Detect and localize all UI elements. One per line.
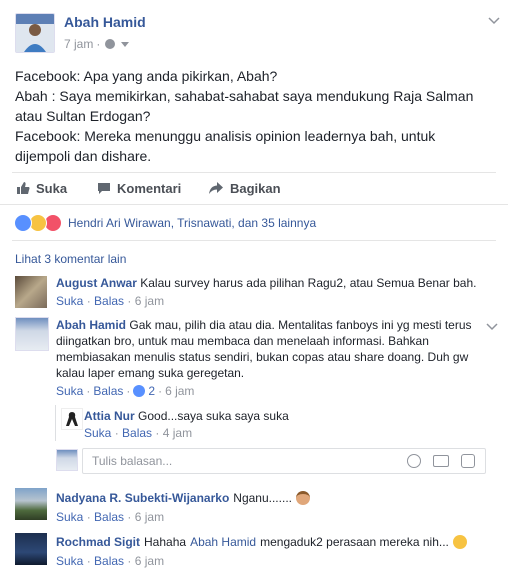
post-options-chevron-icon[interactable] — [488, 14, 500, 26]
sticker-icon[interactable] — [461, 454, 475, 468]
black-ribbon-icon — [66, 412, 78, 426]
comment-text-post: mengaduk2 perasaan mereka nih... — [260, 535, 449, 549]
comment-author[interactable]: Nadyana R. Subekti-Wijanarko — [56, 491, 229, 505]
current-user-avatar — [56, 449, 78, 471]
post-body: Facebook: Apa yang anda pikirkan, Abah? … — [15, 66, 495, 166]
comment-reply-link[interactable]: Balas — [94, 554, 124, 568]
post-time[interactable]: 7 jam — [64, 37, 93, 51]
comment-like-count-icon — [133, 385, 146, 397]
post-line: Facebook: Apa yang anda pikirkan, Abah? — [15, 68, 278, 84]
comment-time[interactable]: 6 jam — [135, 510, 164, 524]
view-more-comments-link[interactable]: Lihat 3 komentar lain — [15, 252, 126, 266]
action-divider-bottom — [0, 204, 508, 205]
reactions-text[interactable]: Hendri Ari Wirawan, Trisnawati, dan 35 l… — [68, 216, 316, 230]
post-author-name[interactable]: Abah Hamid — [64, 14, 146, 30]
comment-text-line: diingatkan bro, untuk mau membaca dan me… — [56, 334, 429, 348]
comment-meta: Suka · Balas · 6 jam — [56, 294, 165, 308]
reactions-row[interactable]: Hendri Ari Wirawan, Trisnawati, dan 35 l… — [14, 214, 316, 232]
action-divider-top — [12, 172, 496, 173]
comment-like-link[interactable]: Suka — [56, 294, 83, 308]
reply-like-link[interactable]: Suka — [84, 426, 111, 440]
comment-reply-link[interactable]: Balas — [94, 510, 124, 524]
commenter-avatar[interactable] — [15, 276, 47, 308]
comment-text-pre: Hahaha — [144, 535, 187, 549]
reply-reply-link[interactable]: Balas — [122, 426, 152, 440]
comment-author[interactable]: August Anwar — [56, 276, 137, 290]
reply-text: Good...saya suka saya suka — [138, 409, 289, 423]
person-photo-icon — [16, 14, 54, 52]
commenter-avatar[interactable] — [15, 488, 47, 520]
share-label: Bagikan — [230, 180, 281, 196]
comment-mention[interactable]: Abah Hamid — [190, 535, 256, 549]
post-line: Facebook: Mereka menunggu analisis opini… — [15, 128, 436, 144]
comment-meta: Suka · Balas · 6 jam — [56, 510, 165, 524]
reply-avatar[interactable] — [61, 408, 83, 430]
comment-like-link[interactable]: Suka — [56, 384, 83, 398]
comment-item: Abah Hamid Gak mau, pilih dia atau dia. … — [56, 317, 481, 381]
meta-separator: · — [96, 37, 101, 51]
like-reaction-icon — [14, 214, 32, 232]
emoji-icon[interactable] — [407, 454, 421, 468]
post-line: atau Sultan Erdogan? — [15, 108, 151, 124]
comment-options-chevron-icon[interactable] — [486, 320, 498, 338]
like-label: Suka — [36, 180, 68, 196]
comment-time[interactable]: 6 jam — [135, 294, 164, 308]
commenter-avatar[interactable] — [15, 317, 49, 351]
comment-text: Kalau survey harus ada pilihan Ragu2, at… — [140, 276, 477, 290]
comment-meta: Suka · Balas · 6 jam — [56, 554, 165, 568]
comment-time[interactable]: 6 jam — [135, 554, 164, 568]
reply-thread-line — [55, 405, 56, 441]
share-arrow-icon — [209, 182, 223, 194]
comment-like-link[interactable]: Suka — [56, 554, 83, 568]
reply-meta: Suka · Balas · 4 jam — [84, 426, 193, 440]
reply-author[interactable]: Attia Nur — [84, 409, 135, 423]
comment-icon — [98, 183, 110, 194]
author-avatar[interactable] — [15, 13, 55, 53]
comment-reply-link[interactable]: Balas — [93, 384, 123, 398]
globe-icon — [105, 39, 116, 49]
laughing-emoji-icon — [452, 535, 467, 549]
reply-time[interactable]: 4 jam — [163, 426, 192, 440]
comment-item: Nadyana R. Subekti-Wijanarko Nganu......… — [56, 491, 310, 505]
comment-like-count[interactable]: 2 — [148, 384, 155, 398]
comment-label: Komentari — [117, 180, 182, 196]
person-emoji-icon — [295, 491, 310, 505]
like-button[interactable]: Suka — [16, 178, 67, 198]
comment-author[interactable]: Abah Hamid — [56, 318, 126, 332]
commenter-avatar[interactable] — [15, 533, 47, 565]
comment-text-line: membiasakan menulis status sendiri, buka… — [56, 350, 469, 364]
thumbs-up-icon — [17, 182, 30, 194]
reply-input-placeholder[interactable]: Tulis balasan... — [92, 454, 407, 468]
post-line: dijempoli dan dishare. — [15, 148, 152, 164]
reply-item: Attia Nur Good...saya suka saya suka — [84, 409, 289, 423]
comment-reply-link[interactable]: Balas — [94, 294, 124, 308]
comment-text-line: kalau laper emang suka geregetan. — [56, 366, 245, 380]
post-line: Abah : Saya memikirkan, sahabat-sahabat … — [15, 88, 474, 104]
comment-author[interactable]: Rochmad Sigit — [56, 535, 140, 549]
comment-text: Nganu....... — [233, 491, 292, 505]
comment-item: Rochmad Sigit Hahaha Abah Hamid mengaduk… — [56, 535, 467, 549]
comment-meta: Suka · Balas · 2 · 6 jam — [56, 384, 195, 398]
audience-chevron-down-icon[interactable] — [121, 41, 130, 47]
comment-text-line: Gak mau, pilih dia atau dia. Mentalitas … — [129, 318, 472, 332]
comment-button[interactable]: Komentari — [97, 178, 181, 198]
reply-input-box[interactable]: Tulis balasan... — [82, 448, 486, 474]
comment-time[interactable]: 6 jam — [165, 384, 194, 398]
camera-icon[interactable] — [433, 455, 449, 467]
comment-like-link[interactable]: Suka — [56, 510, 83, 524]
share-button[interactable]: Bagikan — [208, 178, 281, 198]
reactions-divider — [12, 240, 496, 241]
post-meta: 7 jam · — [64, 37, 130, 51]
comment-item: August Anwar Kalau survey harus ada pili… — [56, 276, 496, 290]
